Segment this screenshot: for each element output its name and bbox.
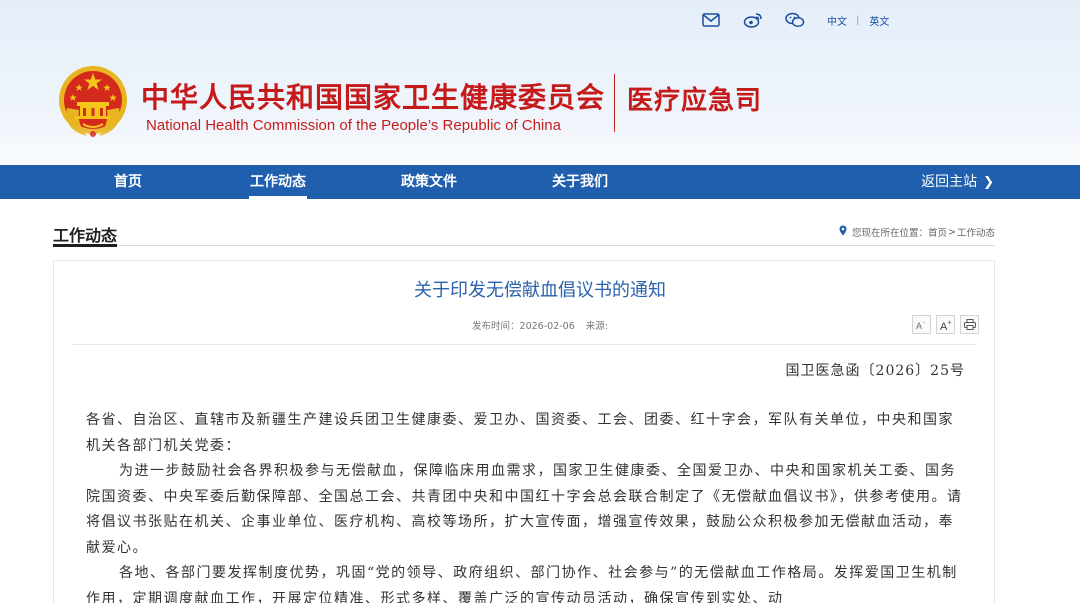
lang-chinese-link[interactable]: 中文 xyxy=(827,13,847,28)
meta-divider xyxy=(72,344,976,345)
department-name: 医疗应急司 xyxy=(627,86,763,116)
title-divider xyxy=(614,74,615,132)
article-title: 关于印发无偿献血倡议书的通知 xyxy=(414,280,666,301)
breadcrumb-current: 工作动态 xyxy=(956,228,995,239)
site-title-chinese: 中华人民共和国国家卫生健康委员会 xyxy=(141,81,606,114)
section-title: 工作动态 xyxy=(53,226,118,245)
svg-text:-: - xyxy=(923,320,925,326)
breadcrumb-home-link[interactable]: 首页 xyxy=(928,225,947,239)
top-utility-bar: 中文 | 英文 xyxy=(700,10,889,30)
location-pin-icon xyxy=(839,225,847,239)
nav-item-about-us[interactable]: 关于我们 xyxy=(551,165,609,199)
body-paragraph: 各地、各部门要发挥制度优势，巩固“党的领导、政府组织、部门协作、社会参与”的无偿… xyxy=(86,565,958,603)
publish-time: 发布时间：2026-02-06 xyxy=(472,321,575,332)
body-paragraph: 为进一步鼓励社会各界积极参与无偿献血，保障临床用血需求，国家卫生健康委、全国爱卫… xyxy=(86,463,963,556)
article-tools: A- A + xyxy=(907,315,979,334)
section-divider xyxy=(53,245,995,246)
nav-item-work-news[interactable]: 工作动态 xyxy=(249,165,307,199)
svg-text:+: + xyxy=(947,319,951,326)
mail-icon[interactable] xyxy=(700,11,722,29)
font-decrease-button[interactable]: A- xyxy=(912,315,931,334)
nav-item-home[interactable]: 首页 xyxy=(112,165,144,199)
weibo-icon[interactable] xyxy=(742,11,764,29)
print-icon xyxy=(963,319,976,330)
article-body: 各省、自治区、直辖市及新疆生产建设兵团卫生健康委、爱卫办、国资委、工会、团委、红… xyxy=(86,408,966,603)
body-paragraph-addressees: 各省、自治区、直辖市及新疆生产建设兵团卫生健康委、爱卫办、国资委、工会、团委、红… xyxy=(86,412,954,454)
back-to-main-site-label: 返回主站 xyxy=(921,174,978,190)
chevron-right-icon: ❯ xyxy=(983,175,994,190)
publish-label: 发布时间： xyxy=(472,321,520,332)
main-nav: 首页 工作动态 政策文件 关于我们 返回主站 ❯ xyxy=(0,165,1080,199)
site-title-english: National Health Commission of the People… xyxy=(146,117,561,134)
breadcrumb: 您现在所在位置： 首页 > 工作动态 xyxy=(839,225,995,239)
document-number: 国卫医急函〔2026〕25号 xyxy=(785,363,965,379)
nav-item-policy-documents[interactable]: 政策文件 xyxy=(400,165,458,199)
svg-text:A: A xyxy=(916,321,922,331)
lang-separator: | xyxy=(856,14,860,26)
section-title-underline xyxy=(53,244,117,247)
lang-english-link[interactable]: 英文 xyxy=(869,13,889,28)
print-button[interactable] xyxy=(960,315,979,334)
font-increase-button[interactable]: A + xyxy=(936,315,955,334)
publish-date: 2026-02-06 xyxy=(519,321,575,332)
breadcrumb-prefix: 您现在所在位置： xyxy=(851,228,928,239)
site-header: 中文 | 英文 中华人民共和国国家卫生健康委员会 National Health… xyxy=(0,0,1080,165)
back-to-main-site-link[interactable]: 返回主站 ❯ xyxy=(921,165,994,199)
wechat-icon[interactable] xyxy=(784,11,806,29)
breadcrumb-separator: > xyxy=(948,226,956,238)
national-emblem-logo[interactable] xyxy=(57,64,129,142)
source-label: 来源: xyxy=(585,321,608,332)
